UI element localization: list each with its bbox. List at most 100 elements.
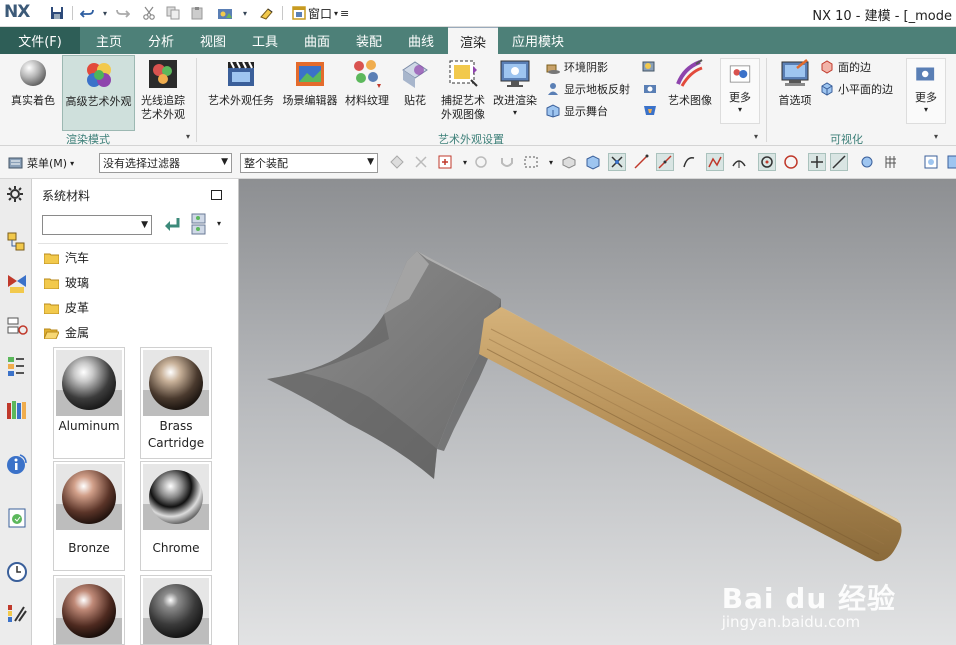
- cut-icon[interactable]: [140, 4, 158, 22]
- tab-render[interactable]: 渲染: [448, 27, 498, 54]
- snap-point-icon[interactable]: [436, 153, 454, 171]
- material-texture-button[interactable]: 材料纹理: [342, 58, 392, 108]
- material-tile-dark-metal[interactable]: [140, 575, 212, 645]
- return-icon[interactable]: [162, 215, 182, 238]
- snap-point-on-curve-icon[interactable]: [808, 153, 826, 171]
- clock-icon[interactable]: [6, 561, 28, 583]
- group-expand-icon[interactable]: ▾: [754, 132, 758, 141]
- chevron-down-icon[interactable]: ▾: [542, 153, 560, 171]
- scene-editor-button[interactable]: 场景编辑器: [280, 58, 340, 108]
- true-shading-button[interactable]: 真实着色: [4, 58, 62, 108]
- material-filter-select[interactable]: ▼: [42, 215, 152, 235]
- chevron-down-icon: ▾: [334, 8, 339, 18]
- select-all-icon[interactable]: [412, 153, 430, 171]
- tab-tools[interactable]: 工具: [241, 27, 289, 54]
- snap-bounded-grid-icon[interactable]: [858, 153, 876, 171]
- selection-scope-select[interactable]: 整个装配 ▼: [240, 153, 378, 173]
- reuse-library-icon[interactable]: [6, 355, 28, 377]
- type-filter-select[interactable]: 没有选择过滤器 ▼: [99, 153, 232, 173]
- customize-icon[interactable]: ≡: [340, 7, 349, 20]
- capture-dropdown-icon[interactable]: ▾: [236, 4, 254, 22]
- tab-assembly[interactable]: 装配: [345, 27, 393, 54]
- group-expand-icon[interactable]: ▾: [186, 132, 190, 141]
- paste-icon[interactable]: [188, 4, 206, 22]
- show-hide-icon[interactable]: [388, 153, 406, 171]
- view-orient-icon[interactable]: [944, 153, 956, 171]
- group-expand-icon[interactable]: ▾: [934, 132, 938, 141]
- ray-traced-studio-button[interactable]: 光线追踪 艺术外观: [136, 58, 190, 122]
- menu-button[interactable]: 菜单(M) ▾: [8, 155, 74, 171]
- tab-home[interactable]: 主页: [84, 27, 134, 54]
- more-visualization-button[interactable]: 更多 ▾: [906, 58, 946, 124]
- tab-application[interactable]: 应用模块: [502, 27, 574, 54]
- snap-midpoint-icon[interactable]: [656, 153, 674, 171]
- material-tile-copper[interactable]: [53, 575, 125, 645]
- camera-icon[interactable]: [642, 81, 658, 98]
- tab-file[interactable]: 文件(F): [0, 27, 80, 54]
- undo-icon[interactable]: [78, 4, 96, 22]
- settings-icon[interactable]: [6, 185, 28, 207]
- background-icon[interactable]: [642, 103, 658, 120]
- show-floor-reflection-toggle[interactable]: 显示地板反射: [546, 81, 630, 97]
- list-item-leather[interactable]: 皮革: [44, 299, 89, 316]
- ambient-shadow-toggle[interactable]: 环境阴影: [546, 59, 608, 75]
- touch-mode-icon[interactable]: [258, 4, 276, 22]
- tab-curve[interactable]: 曲线: [397, 27, 445, 54]
- part-navigator-icon[interactable]: [6, 315, 28, 337]
- button-label: 高级艺术外观: [65, 95, 132, 108]
- decal-button[interactable]: 贴花: [396, 58, 434, 108]
- snap-endpoint-icon[interactable]: [608, 153, 626, 171]
- advanced-studio-button[interactable]: 高级艺术外观: [62, 55, 135, 131]
- window-menu[interactable]: 窗口 ▾ ≡: [292, 4, 349, 22]
- snap-quadrant-icon[interactable]: [782, 153, 800, 171]
- more-art-settings-button[interactable]: 更多 ▾: [720, 58, 760, 124]
- material-tile-chrome[interactable]: Chrome: [140, 461, 212, 571]
- magnet-icon[interactable]: [498, 153, 516, 171]
- view-options-icon[interactable]: [190, 213, 208, 238]
- copy-icon[interactable]: [164, 4, 182, 22]
- web-browser-icon[interactable]: [6, 399, 28, 421]
- studio-task-button[interactable]: 艺术外观任务: [204, 58, 278, 108]
- chevron-down-icon[interactable]: ▾: [217, 219, 221, 228]
- undo-dropdown-icon[interactable]: ▾: [96, 4, 114, 22]
- image-capture-icon[interactable]: [216, 4, 234, 22]
- snap-control-point-icon[interactable]: [680, 153, 698, 171]
- assembly-navigator-icon[interactable]: [6, 231, 28, 253]
- view-solid-icon[interactable]: [560, 153, 578, 171]
- grid-icon[interactable]: [882, 153, 900, 171]
- redo-icon[interactable]: [114, 4, 132, 22]
- graphics-viewport[interactable]: Bai du 经验 jingyan.baidu.com: [239, 179, 956, 645]
- progressive-render-button[interactable]: 改进渲染 ▾: [490, 58, 540, 118]
- list-item-metal[interactable]: 金属: [44, 324, 89, 341]
- info-icon[interactable]: [6, 453, 28, 475]
- snap-arc-center-icon[interactable]: [730, 153, 748, 171]
- snap-line-icon[interactable]: [632, 153, 650, 171]
- tab-view[interactable]: 视图: [189, 27, 237, 54]
- maximize-icon[interactable]: [211, 190, 222, 200]
- view-cube-icon[interactable]: [584, 153, 602, 171]
- constraint-navigator-icon[interactable]: [6, 273, 28, 295]
- material-tile-aluminum[interactable]: Aluminum: [53, 347, 125, 459]
- show-stage-toggle[interactable]: 显示舞台: [546, 103, 608, 119]
- material-tile-bronze[interactable]: Bronze: [53, 461, 125, 571]
- fit-view-icon[interactable]: [922, 153, 940, 171]
- snap-intersection-icon[interactable]: [706, 153, 724, 171]
- light-icon[interactable]: [642, 59, 658, 76]
- artistic-image-button[interactable]: 艺术图像: [664, 58, 716, 108]
- list-item-automotive[interactable]: 汽车: [44, 249, 89, 266]
- tab-analysis[interactable]: 分析: [137, 27, 185, 54]
- list-item-glass[interactable]: 玻璃: [44, 274, 89, 291]
- rotate-icon[interactable]: [472, 153, 490, 171]
- preferences-button[interactable]: 首选项: [772, 58, 818, 108]
- material-tile-brass-cartridge[interactable]: Brass Cartridge: [140, 347, 212, 459]
- tab-surface[interactable]: 曲面: [293, 27, 341, 54]
- face-edges-toggle[interactable]: 面的边: [820, 59, 871, 75]
- system-materials-icon[interactable]: [6, 603, 28, 625]
- history-browser-icon[interactable]: [6, 507, 28, 529]
- facet-edges-toggle[interactable]: 小平面的边: [820, 81, 893, 97]
- snap-point-on-surface-icon[interactable]: [830, 153, 848, 171]
- capture-studio-image-button[interactable]: 捕捉艺术 外观图像: [436, 58, 490, 122]
- snap-center-icon[interactable]: [758, 153, 776, 171]
- save-icon[interactable]: [48, 4, 66, 22]
- rectangle-select-icon[interactable]: [522, 153, 540, 171]
